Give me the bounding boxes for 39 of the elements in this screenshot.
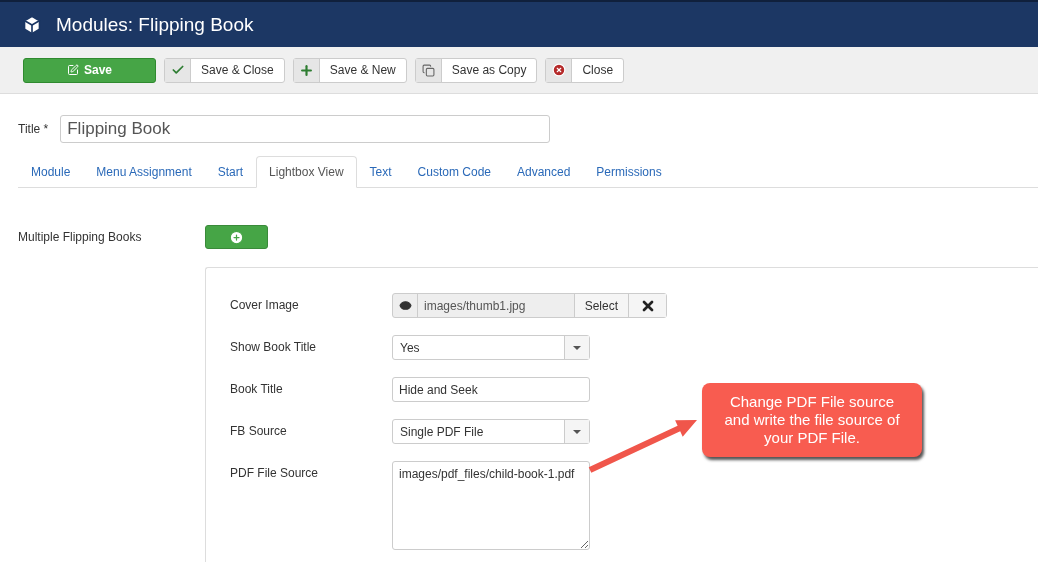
- select-button[interactable]: Select: [573, 294, 628, 317]
- field-label: Show Book Title: [230, 339, 318, 356]
- caret-icon: [573, 429, 581, 434]
- tab[interactable]: Custom Code: [404, 156, 504, 188]
- cancel-icon: [551, 63, 566, 77]
- check-icon: [170, 63, 185, 77]
- image-field[interactable]: images/thumb1.jpg Select: [392, 293, 667, 318]
- field-label: FB Source: [230, 423, 288, 440]
- tab[interactable]: Module: [18, 156, 84, 188]
- toolbar-button[interactable]: Save & New: [292, 57, 407, 83]
- add-button[interactable]: [205, 225, 268, 249]
- caret-icon: [573, 345, 581, 350]
- cube-icon: [22, 14, 42, 35]
- toolbar-button[interactable]: Save & Close: [164, 57, 285, 83]
- tab[interactable]: Lightbox View: [256, 156, 357, 188]
- field-label: PDF File Source: [230, 465, 320, 482]
- field-label: Book Title: [230, 381, 284, 398]
- field-label: Title *: [18, 122, 49, 136]
- tab[interactable]: Permissions: [583, 156, 675, 188]
- tab[interactable]: Text: [356, 156, 405, 188]
- dropdown[interactable]: Single PDF File: [392, 419, 590, 444]
- edit-icon: [67, 64, 79, 76]
- copy-icon: [421, 63, 435, 77]
- clear-button[interactable]: [628, 294, 666, 317]
- tab[interactable]: Start: [204, 156, 257, 188]
- callout-note: Change PDF File source and write the file source of your PDF File.: [702, 383, 922, 457]
- plus-circle-icon: [229, 229, 244, 245]
- page-title: Modules: Flipping Book: [56, 13, 254, 36]
- tab[interactable]: Menu Assignment: [83, 156, 205, 188]
- toolbar-button[interactable]: Save as Copy: [414, 57, 538, 83]
- tab[interactable]: Advanced: [504, 156, 584, 188]
- text-field[interactable]: Hide and Seek: [392, 377, 590, 402]
- field-label: Cover Image: [230, 297, 300, 314]
- plus-icon: [298, 62, 314, 78]
- dropdown[interactable]: Yes: [392, 335, 590, 360]
- field-label: Multiple Flipping Books: [18, 230, 143, 244]
- toolbar-button[interactable]: Close: [545, 57, 625, 83]
- text-area[interactable]: images/pdf_files/child-book-1.pdf: [392, 461, 590, 550]
- title-field[interactable]: Flipping Book: [60, 115, 551, 143]
